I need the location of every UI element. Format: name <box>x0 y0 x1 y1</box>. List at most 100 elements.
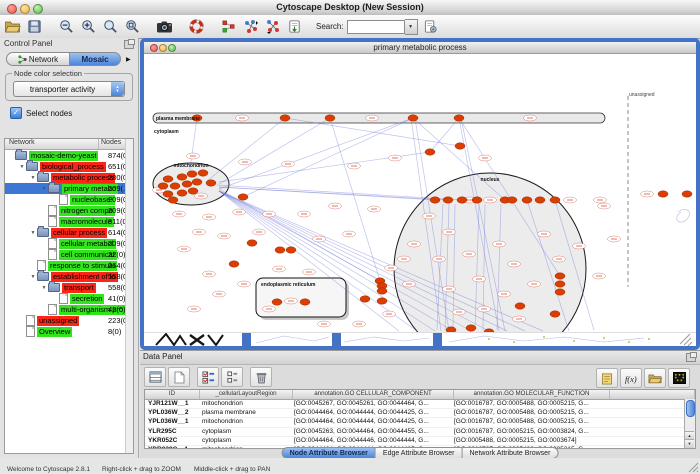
tree-row[interactable]: multi-organism pro42(0) <box>5 304 133 315</box>
background-window-border <box>332 333 341 346</box>
tree-row[interactable]: cellular metabol209(0) <box>5 238 133 249</box>
table-row[interactable]: YPL036W__1mitochondrion[GO:0044464, GO:0… <box>145 418 695 427</box>
tree-col-network[interactable]: Network <box>5 139 98 149</box>
table-vertical-scrollbar[interactable]: ▲ ▼ <box>684 399 695 448</box>
save-icon[interactable] <box>25 17 44 36</box>
float-panel-icon[interactable] <box>686 353 696 362</box>
region-label-endoplasmic-reticulum: endoplasmic reticulum <box>261 282 316 288</box>
tree-item-label: transport <box>62 283 96 293</box>
background-window-border <box>242 333 251 346</box>
window-resize-grip-icon[interactable] <box>687 461 699 473</box>
tab-network[interactable]: Network <box>6 52 70 66</box>
new-attribute-icon[interactable] <box>168 367 190 387</box>
tree-row[interactable]: Overview 8(0) <box>5 326 133 337</box>
tree-item-label: response to stimulu <box>48 261 117 271</box>
tree-row[interactable]: ▼transport558(0) <box>5 282 133 293</box>
tree-row[interactable]: nitrogen compo209(0) <box>5 205 133 216</box>
folder-icon <box>48 283 60 292</box>
search-dropdown-button[interactable]: ▼ <box>405 19 418 35</box>
disclosure-triangle[interactable]: ▼ <box>29 175 37 181</box>
open-folder-icon[interactable] <box>3 17 22 36</box>
unselect-attributes-icon[interactable] <box>221 367 243 387</box>
network-tree: Network Nodes mosaic-demo-yeast874(0) ▼b… <box>4 138 134 454</box>
zoom-hint: Right-click + drag to ZOOM <box>102 466 181 473</box>
pan-hint: Middle-click + drag to PAN <box>194 466 270 473</box>
node-count: 8(0) <box>108 327 121 336</box>
title-bar: Cytoscape Desktop (New Session) <box>0 0 700 16</box>
zoom-fit-icon[interactable] <box>101 17 120 36</box>
disclosure-triangle[interactable]: ▼ <box>40 285 48 291</box>
combobox-stepper-icon: ▲▼ <box>111 82 124 96</box>
table-row[interactable]: YKR052Ccytoplasm[GO:0044464, GO:0044446,… <box>145 437 695 446</box>
region-label-nucleus: nucleus <box>481 177 500 183</box>
tree-row-selected[interactable]: ▼primary metabo209(... <box>5 183 133 194</box>
color-attribute-combobox[interactable]: transporter activity ▲▼ <box>13 81 125 97</box>
attribute-table-icon[interactable] <box>144 367 166 387</box>
tree-row[interactable]: secretion41(0) <box>5 293 133 304</box>
table-row[interactable]: YPL036W__2plasma membrane[GO:0044464, GO… <box>145 409 695 418</box>
tab-overflow-arrow[interactable]: ▶ <box>126 56 131 63</box>
disclosure-triangle[interactable]: ▼ <box>40 186 48 192</box>
tree-row[interactable]: ▼metabolic process280(0) <box>5 172 133 183</box>
tree-row[interactable]: unassigned223(0) <box>5 315 133 326</box>
zoom-in-icon[interactable] <box>79 17 98 36</box>
tree-row[interactable]: mosaic-demo-yeast874(0) <box>5 150 133 161</box>
col-header-id[interactable]: ID <box>145 390 200 399</box>
tree-row[interactable]: ▼biological_process651(0) <box>5 161 133 172</box>
tree-row[interactable]: cell communicat22(0) <box>5 249 133 260</box>
network-tab-icon <box>18 55 27 64</box>
resize-grip-icon[interactable] <box>680 334 692 346</box>
import-network-icon[interactable] <box>285 17 304 36</box>
help-ring-icon[interactable] <box>187 17 206 36</box>
table-row[interactable]: YJR121W__1mitochondrion[GO:0045267, GO:0… <box>145 400 695 409</box>
search-input[interactable] <box>347 20 405 34</box>
tab-mosaic[interactable]: Mosaic <box>70 52 121 66</box>
select-nodes-checkbox[interactable]: ✓ <box>10 107 22 119</box>
node-count: 22(0) <box>108 250 126 259</box>
float-panel-icon[interactable] <box>124 40 134 49</box>
disclosure-triangle[interactable]: ▼ <box>29 230 37 236</box>
matrix-view-icon[interactable] <box>668 368 690 388</box>
attribute-table: ID _cellularLayoutRegion annotation.GO C… <box>144 389 696 449</box>
snapshot-icon[interactable] <box>155 17 174 36</box>
search-config-icon[interactable] <box>421 17 440 36</box>
welcome-status: Welcome to Cytoscape 2.8.1 <box>7 466 90 473</box>
group-label: Node color selection <box>12 69 84 78</box>
zoom-out-icon[interactable] <box>57 17 76 36</box>
import-attributes-icon[interactable] <box>644 368 666 388</box>
application-window: Cytoscape Desktop (New Session) Search: … <box>0 0 700 474</box>
disclosure-triangle[interactable]: ▼ <box>29 274 37 280</box>
delete-attribute-icon[interactable] <box>250 367 272 387</box>
col-header-region[interactable]: _cellularLayoutRegion <box>200 390 293 399</box>
tree-row[interactable]: response to stimulu264(0) <box>5 260 133 271</box>
tree-item-label: Overview <box>37 327 72 337</box>
tree-row[interactable]: ▼establishment of lo558(0) <box>5 271 133 282</box>
network-canvas[interactable]: plasma membrane cytoplasm mitochondrion … <box>144 54 696 332</box>
destroy-network-icon[interactable] <box>219 17 238 36</box>
annotation-import-icon[interactable] <box>241 17 260 36</box>
tree-row[interactable]: nucleobase-209(0) <box>5 194 133 205</box>
scrollbar-thumb[interactable] <box>686 400 695 417</box>
table-header-row: ID _cellularLayoutRegion annotation.GO C… <box>145 390 695 400</box>
scroll-down-arrow[interactable]: ▼ <box>685 439 694 448</box>
tree-scrollbar[interactable] <box>125 139 133 453</box>
col-header-molecular-function[interactable]: annotation.GO MOLECULAR_FUNCTION <box>454 390 610 399</box>
tree-row[interactable]: macromolecule311(0) <box>5 216 133 227</box>
file-icon <box>59 194 68 205</box>
disclosure-triangle[interactable]: ▼ <box>18 164 26 170</box>
status-bar: Welcome to Cytoscape 2.8.1 Right-click +… <box>0 458 700 474</box>
control-panel-tabs: Network Mosaic ▶ <box>6 52 134 66</box>
network-view-window: primary metabolic process plasma membran… <box>140 38 700 350</box>
formula-builder-icon[interactable]: f(x) <box>620 368 642 388</box>
table-row[interactable]: YLR295Ccytoplasm[GO:0045263, GO:0044464,… <box>145 428 695 437</box>
select-attributes-icon[interactable] <box>197 367 219 387</box>
select-nodes-row: ✓ Select nodes <box>10 107 138 119</box>
network-window-titlebar[interactable]: primary metabolic process <box>144 42 696 54</box>
folder-icon <box>37 173 49 182</box>
col-header-cellular-component[interactable]: annotation.GO CELLULAR_COMPONENT <box>293 390 454 399</box>
zoom-selected-icon[interactable] <box>123 17 142 36</box>
annotation-notepad-icon[interactable] <box>596 368 618 388</box>
annotation-export-icon[interactable] <box>263 17 282 36</box>
tree-header: Network Nodes <box>5 139 133 150</box>
tree-row[interactable]: ▼cellular process614(0) <box>5 227 133 238</box>
